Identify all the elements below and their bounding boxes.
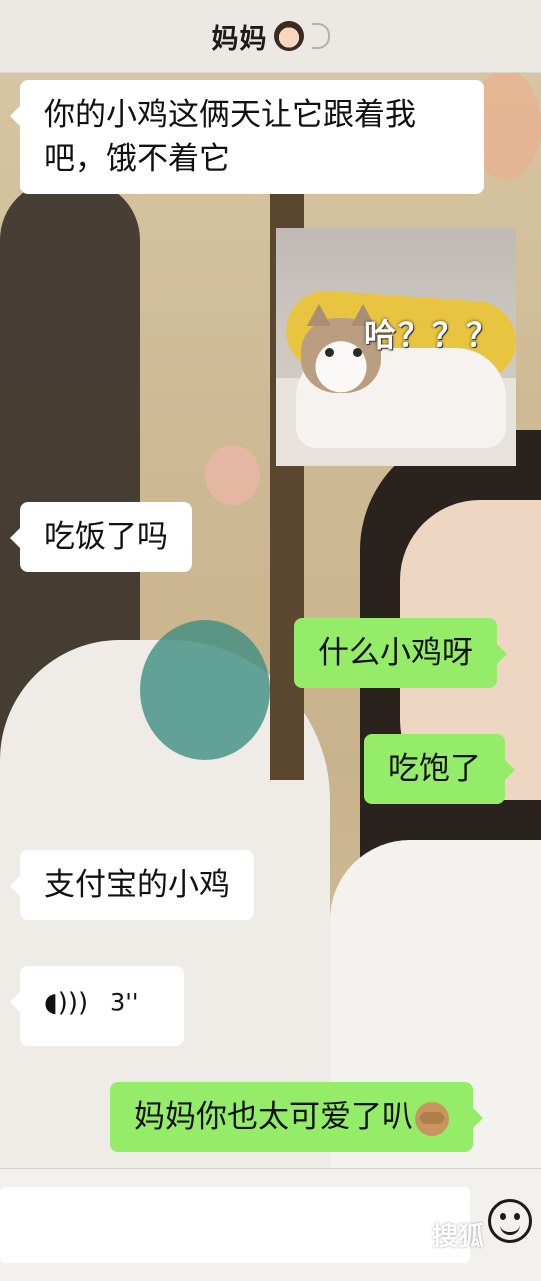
message-text: 吃饭了吗 — [44, 519, 168, 555]
message-input[interactable] — [0, 1187, 470, 1263]
chat-header: 妈妈 — [0, 0, 541, 73]
message-bubble-outgoing[interactable]: 吃饱了 — [364, 734, 515, 804]
voice-wave-icon: ◖))) — [44, 987, 89, 1018]
message-bubble-outgoing[interactable]: 什么小鸡呀 — [294, 618, 507, 688]
meme-caption: 哈？？？ — [364, 316, 501, 354]
voice-message-bubble[interactable]: ◖))) 3'' — [10, 966, 184, 1046]
cat-meme-image[interactable]: 哈？？？ — [276, 228, 516, 466]
message-text: 你的小鸡这俩天让它跟着我吧，饿不着它 — [44, 97, 416, 177]
message-text: 吃饱了 — [388, 751, 481, 787]
watermark-text: 搜狐 — [432, 1222, 485, 1252]
contact-name: 妈妈 — [211, 23, 268, 55]
message-bubble-incoming[interactable]: 吃饭了吗 — [10, 502, 192, 572]
voice-duration: 3'' — [110, 988, 139, 1017]
message-text: 妈妈你也太可爱了叭 — [134, 1099, 413, 1135]
woman-face-icon — [273, 21, 304, 51]
message-text: 什么小鸡呀 — [318, 635, 473, 671]
message-bubble-incoming[interactable]: 支付宝的小鸡 — [10, 850, 254, 920]
message-bubble-outgoing[interactable]: 妈妈你也太可爱了叭 — [110, 1082, 483, 1152]
see-no-evil-monkey-icon — [415, 1101, 449, 1136]
ear-icon — [311, 23, 330, 49]
smiley-icon[interactable] — [488, 1199, 532, 1243]
message-text: 支付宝的小鸡 — [44, 867, 230, 903]
message-bubble-incoming[interactable]: 你的小鸡这俩天让它跟着我吧，饿不着它 — [10, 80, 484, 194]
